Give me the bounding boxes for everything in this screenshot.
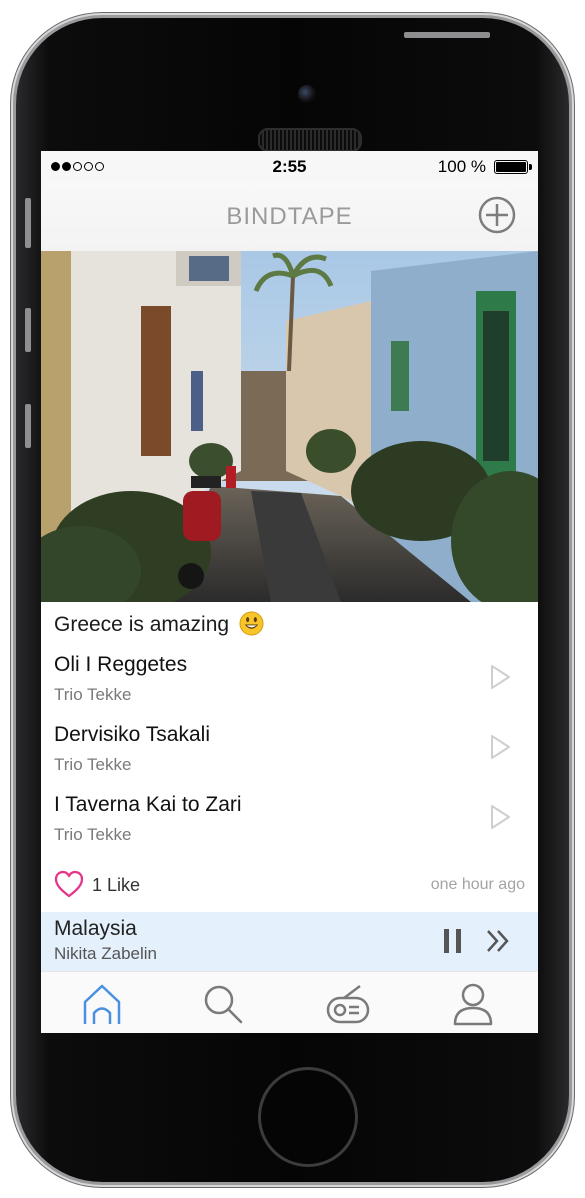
status-bar: 2:55 100 % — [41, 151, 538, 181]
track-title: Dervisiko Tsakali — [54, 723, 210, 746]
battery-percentage: 100 % — [437, 157, 486, 176]
post-caption-text: Greece is amazing — [54, 613, 230, 636]
post-photo[interactable] — [41, 251, 538, 602]
navigation-bar: BINDTAPE — [41, 181, 538, 251]
track-artist: Trio Tekke — [54, 685, 132, 704]
app-title: BINDTAPE — [226, 203, 353, 230]
heart-icon[interactable] — [53, 869, 85, 899]
post-footer: 1 Like one hour ago — [41, 869, 538, 903]
track-item[interactable]: Dervisiko Tsakali Trio Tekke — [41, 723, 538, 793]
track-item[interactable]: Oli I Reggetes Trio Tekke — [41, 653, 538, 723]
radio-icon[interactable] — [326, 982, 370, 1026]
track-title: I Taverna Kai to Zari — [54, 793, 242, 816]
pause-icon[interactable] — [441, 928, 465, 954]
tab-bar — [41, 971, 538, 1033]
track-artist: Trio Tekke — [54, 755, 132, 774]
play-icon[interactable] — [489, 804, 511, 830]
plus-circle-icon[interactable] — [477, 195, 517, 235]
home-button[interactable] — [258, 1067, 358, 1167]
skip-next-icon[interactable] — [485, 928, 511, 954]
smiley-face-emoji — [239, 611, 264, 636]
app-screen: 2:55 100 % BINDTAPE Greece is amazing Ol… — [41, 151, 538, 1033]
post-timestamp: one hour ago — [430, 876, 525, 893]
power-button — [404, 32, 490, 38]
play-icon[interactable] — [489, 734, 511, 760]
play-icon[interactable] — [489, 664, 511, 690]
search-icon[interactable] — [201, 982, 245, 1026]
now-playing-title: Malaysia — [54, 917, 137, 940]
mute-switch — [25, 198, 31, 248]
volume-down-button — [25, 404, 31, 448]
now-playing-artist: Nikita Zabelin — [54, 944, 157, 963]
track-item[interactable]: I Taverna Kai to Zari Trio Tekke — [41, 793, 538, 863]
battery-icon — [494, 160, 532, 174]
home-icon[interactable] — [80, 982, 124, 1026]
like-count[interactable]: 1 Like — [92, 875, 140, 896]
profile-icon[interactable] — [451, 982, 495, 1026]
post-caption: Greece is amazing — [54, 611, 264, 637]
track-title: Oli I Reggetes — [54, 653, 188, 676]
volume-up-button — [25, 308, 31, 352]
front-camera — [298, 85, 316, 103]
earpiece-speaker — [258, 128, 362, 152]
track-artist: Trio Tekke — [54, 825, 132, 844]
now-playing-bar[interactable]: Malaysia Nikita Zabelin — [41, 912, 538, 971]
